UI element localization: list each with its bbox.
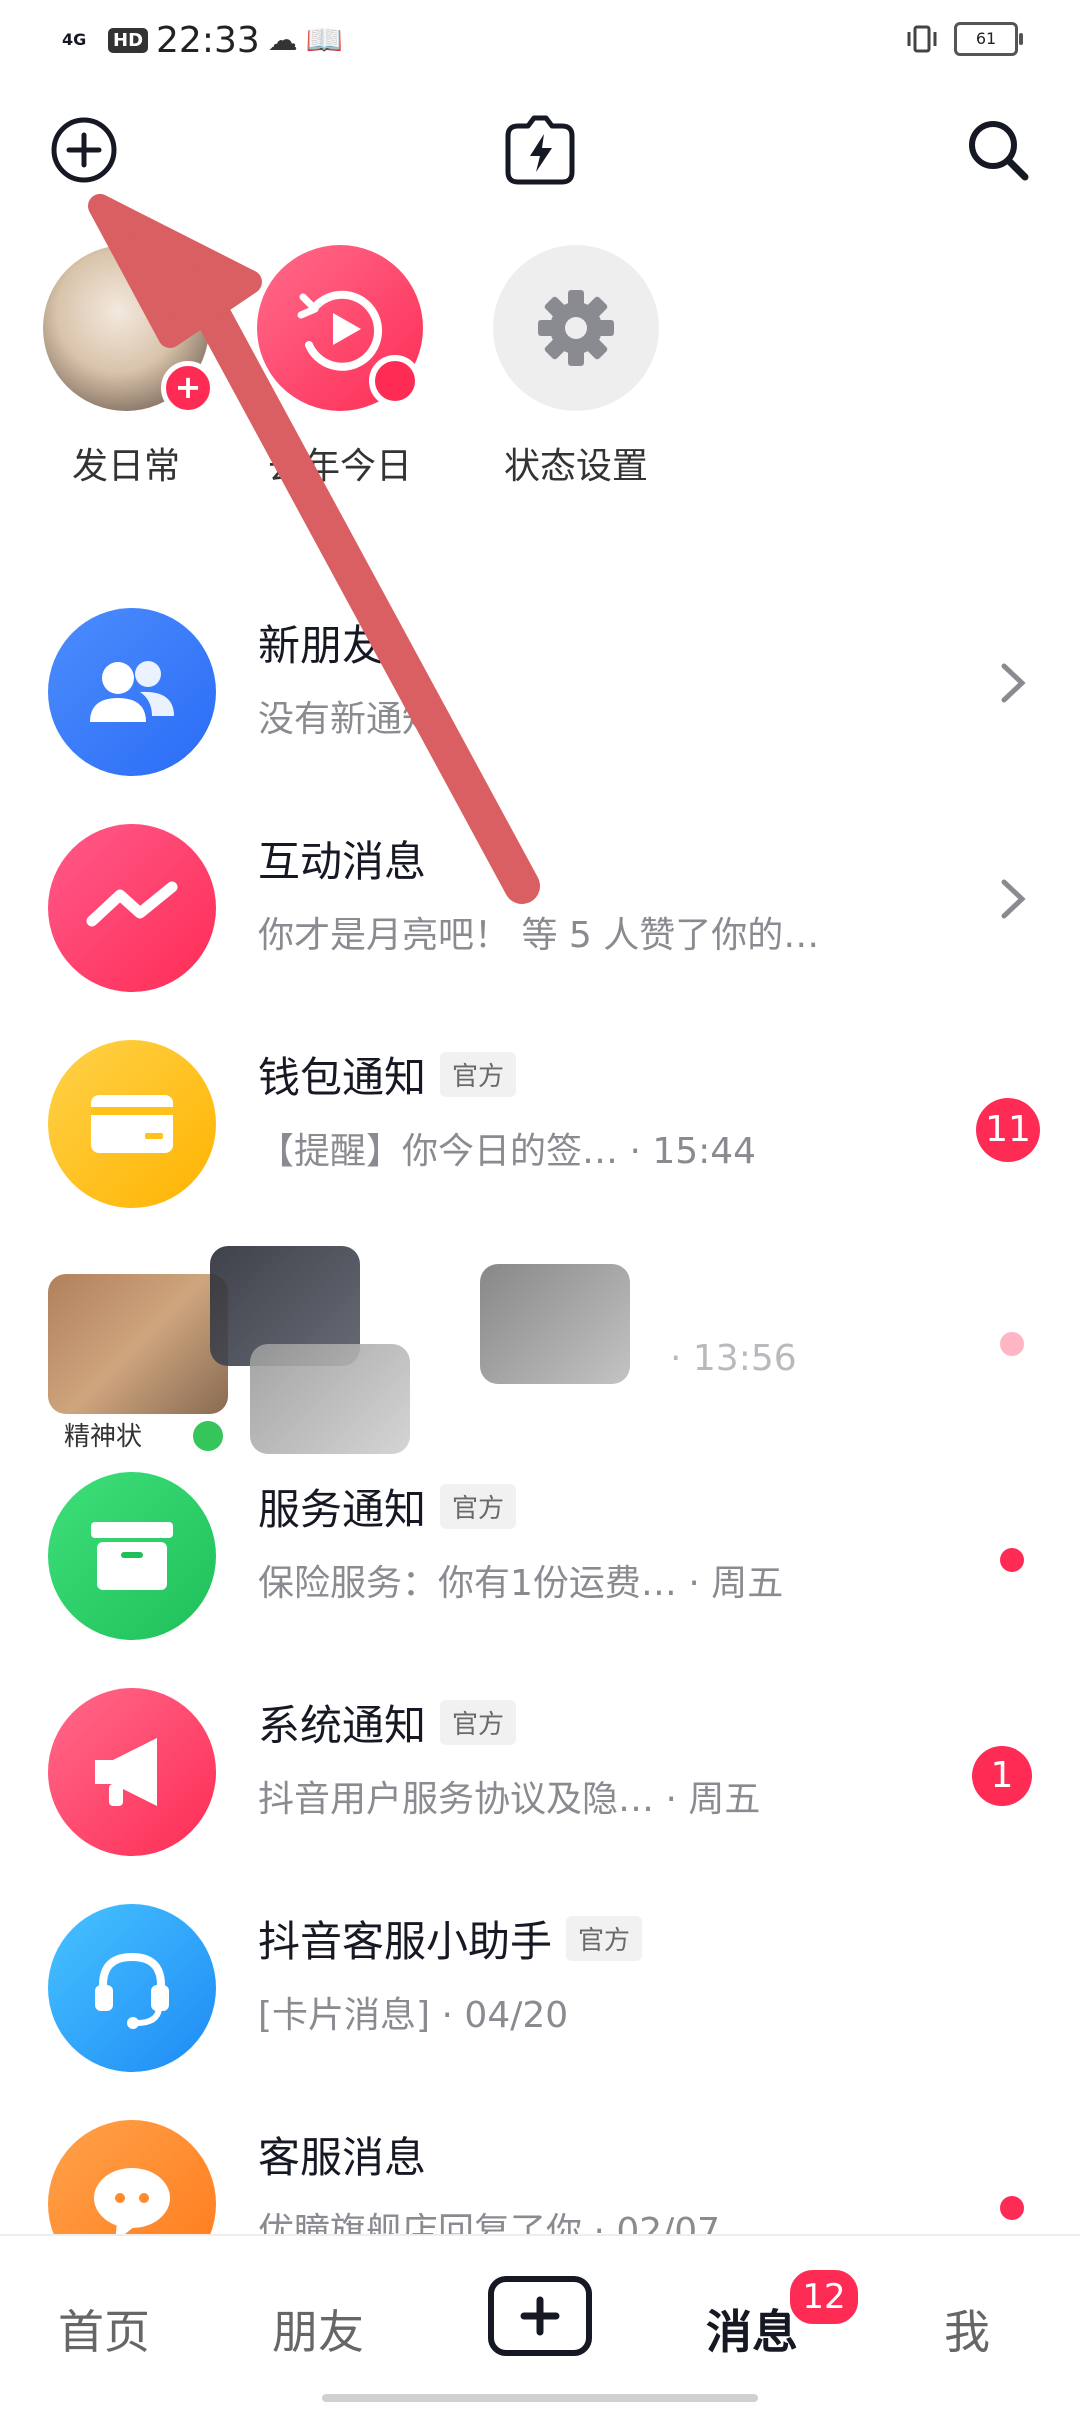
battery-indicator: 61 bbox=[954, 22, 1023, 56]
item-subtitle: 你才是月亮吧！ 等 5 人赞了你的… bbox=[258, 915, 820, 956]
tab-messages[interactable]: 消息 bbox=[706, 2296, 798, 2362]
item-title: 系统通知 bbox=[258, 1701, 427, 1750]
service-avatar bbox=[48, 1472, 216, 1640]
messages-badge: 12 bbox=[786, 2266, 862, 2328]
memories-avatar bbox=[257, 245, 423, 411]
cloud-icon: ☁ bbox=[267, 22, 298, 58]
unread-badge: 11 bbox=[976, 1098, 1040, 1162]
interactions-avatar bbox=[48, 824, 216, 992]
top-bar bbox=[0, 110, 1080, 190]
tab-friends[interactable]: 朋友 bbox=[272, 2296, 364, 2362]
list-item-wallet[interactable]: 钱包通知 官方 【提醒】你今日的签… · 15:44 11 bbox=[0, 1018, 1080, 1234]
wallet-avatar bbox=[48, 1040, 216, 1208]
redacted-avatar bbox=[48, 1274, 228, 1414]
story-memories[interactable]: 去年今日 bbox=[250, 245, 430, 489]
network-indicator: 4G bbox=[62, 30, 87, 49]
story-row: + 发日常 去年今日 状态设置 bbox=[0, 245, 1080, 505]
hd-badge: HD bbox=[108, 27, 149, 53]
chevron-right-icon bbox=[1001, 879, 1026, 919]
story-post-daily[interactable]: + 发日常 bbox=[36, 245, 216, 489]
list-item-interactions[interactable]: 互动消息 你才是月亮吧！ 等 5 人赞了你的… bbox=[0, 802, 1080, 1018]
list-item-new-friends[interactable]: 新朋友 没有新通知 bbox=[0, 586, 1080, 802]
item-title: 服务通知 bbox=[258, 1485, 427, 1534]
search-icon bbox=[969, 121, 1029, 181]
official-tag: 官方 bbox=[440, 1700, 517, 1745]
avatar: + bbox=[43, 245, 215, 415]
chevron-right-icon bbox=[1001, 663, 1026, 703]
helper-avatar bbox=[48, 1904, 216, 2072]
unread-dot bbox=[1000, 2196, 1024, 2220]
people-icon bbox=[90, 661, 174, 722]
list-item-redacted-chat[interactable]: 精神状 · 13:56 bbox=[0, 1234, 1080, 1454]
unread-dot bbox=[1000, 1332, 1024, 1356]
tab-me[interactable]: 我 bbox=[944, 2296, 990, 2362]
item-subtitle: [卡片消息] · 04/20 bbox=[258, 1995, 569, 2036]
online-indicator bbox=[190, 1418, 226, 1454]
plus-circle-icon bbox=[51, 117, 117, 183]
unread-dot bbox=[1000, 1548, 1024, 1572]
headset-icon bbox=[95, 1952, 169, 2029]
home-indicator bbox=[322, 2394, 758, 2402]
item-title: 新朋友 bbox=[258, 621, 385, 670]
story-label: 去年今日 bbox=[267, 446, 412, 487]
list-item-system[interactable]: 系统通知 官方 抖音用户服务协议及隐… · 周五 1 bbox=[0, 1666, 1080, 1882]
card-icon bbox=[91, 1095, 173, 1153]
gear-icon bbox=[538, 290, 614, 366]
item-subtitle: 【提醒】你今日的签… · 15:44 bbox=[258, 1131, 757, 1172]
flash-camera-button[interactable] bbox=[500, 110, 580, 190]
tab-home[interactable]: 首页 bbox=[58, 2296, 150, 2362]
new-friends-avatar bbox=[48, 608, 216, 776]
unread-badge: 1 bbox=[972, 1746, 1032, 1806]
search-button[interactable] bbox=[958, 110, 1038, 190]
vibrate-icon bbox=[907, 25, 937, 53]
message-list: 新朋友 没有新通知 互动消息 你才是月亮吧！ 等 5 人赞了你的… 钱包通知 官… bbox=[0, 586, 1080, 2314]
status-bar: 4G HD 22:33 ☁ 📖 61 bbox=[0, 0, 1080, 80]
item-subtitle: 保险服务：你有1份运费… · 周五 bbox=[258, 1563, 784, 1604]
item-title: 客服消息 bbox=[258, 2133, 427, 2182]
item-title: 互动消息 bbox=[258, 837, 427, 886]
official-tag: 官方 bbox=[440, 1484, 517, 1529]
plus-badge-icon: + bbox=[161, 361, 215, 415]
settings-avatar bbox=[493, 245, 659, 411]
story-label: 状态设置 bbox=[503, 446, 648, 487]
list-item-helper[interactable]: 抖音客服小助手 官方 [卡片消息] · 04/20 bbox=[0, 1882, 1080, 2098]
official-tag: 官方 bbox=[566, 1916, 643, 1961]
book-icon: 📖 bbox=[305, 22, 344, 58]
new-dot-badge bbox=[369, 355, 421, 407]
story-label: 发日常 bbox=[71, 446, 180, 487]
story-status-settings[interactable]: 状态设置 bbox=[486, 245, 666, 489]
system-avatar bbox=[48, 1688, 216, 1856]
item-subtitle: 抖音用户服务协议及隐… · 周五 bbox=[258, 1779, 761, 1820]
clock: 22:33 bbox=[156, 19, 260, 61]
archive-box-icon bbox=[91, 1522, 173, 1590]
item-subtitle: 没有新通知 bbox=[258, 699, 439, 740]
lightning-camera-icon bbox=[505, 115, 575, 185]
redaction-scribble bbox=[480, 1264, 630, 1384]
item-subtitle: · 13:56 bbox=[670, 1338, 797, 1379]
status-label: 精神状 bbox=[64, 1422, 143, 1452]
megaphone-icon bbox=[95, 1738, 157, 1806]
messenger-bolt-icon bbox=[86, 881, 178, 927]
plus-icon bbox=[520, 2296, 560, 2336]
item-title: 抖音客服小助手 bbox=[258, 1917, 553, 1966]
create-button[interactable] bbox=[488, 2276, 592, 2356]
official-tag: 官方 bbox=[440, 1052, 517, 1097]
redaction-scribble bbox=[250, 1344, 410, 1454]
bottom-tab-bar: 首页 朋友 消息 12 我 bbox=[0, 2234, 1080, 2410]
item-title: 钱包通知 bbox=[258, 1053, 427, 1102]
add-friend-button[interactable] bbox=[44, 110, 124, 190]
list-item-service[interactable]: 服务通知 官方 保险服务：你有1份运费… · 周五 bbox=[0, 1450, 1080, 1666]
